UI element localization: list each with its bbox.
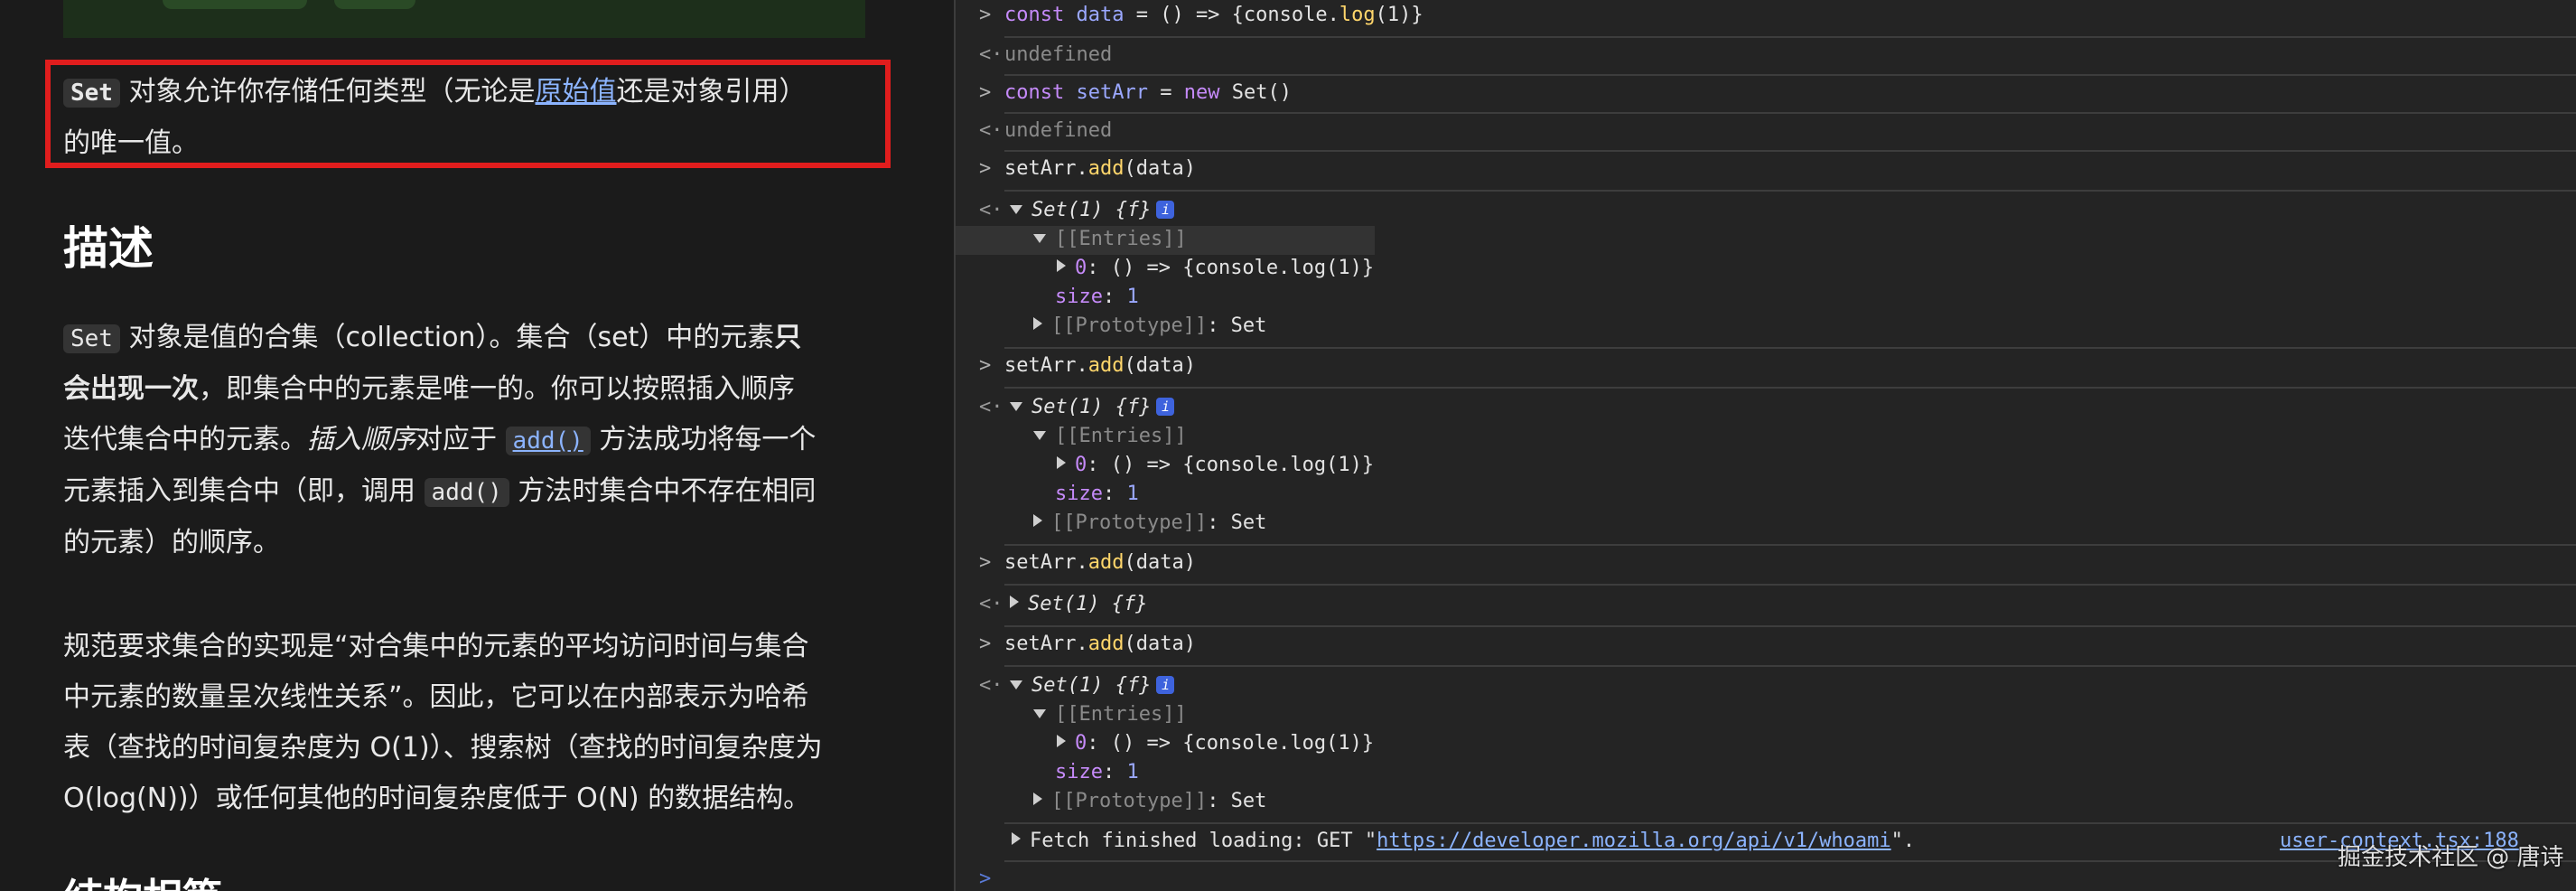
size-property: size: 1 (1055, 761, 1139, 783)
info-icon[interactable]: i (1156, 676, 1175, 694)
prompt-icon: > (979, 633, 992, 655)
expand-down-icon (1033, 431, 1046, 440)
console-input-row: > const data = () => {console.log(1)} (979, 4, 1423, 26)
expand-right-icon (1057, 259, 1066, 272)
prototype-toggle[interactable]: [[Prototype]]: Set (1033, 511, 1266, 534)
intro-paragraph: Set 对象允许你存储任何类型（无论是原始值还是对象引用） 的唯一值。 (63, 76, 807, 159)
size-property: size: 1 (1055, 483, 1139, 505)
info-icon[interactable]: i (1156, 201, 1175, 219)
return-arrow-icon: <· (979, 396, 1003, 418)
row-separator (1004, 36, 2576, 38)
console-prompt-icon[interactable]: > (979, 868, 991, 890)
expand-down-icon (1010, 680, 1022, 689)
info-icon[interactable]: i (1156, 398, 1175, 416)
prototype-toggle[interactable]: [[Prototype]]: Set (1033, 314, 1266, 337)
row-separator (1004, 74, 2576, 76)
row-separator (1004, 190, 2576, 192)
expand-right-icon (1057, 456, 1066, 469)
console-input-row: > setArr.add(data) (979, 157, 1196, 180)
entry-0-toggle[interactable]: 0: () => {console.log(1)} (1057, 454, 1374, 476)
expand-right-icon (1010, 596, 1019, 608)
prompt-icon: > (979, 81, 992, 104)
entries-toggle[interactable]: [[Entries]] (1033, 703, 1187, 726)
console-input-row: > setArr.add(data) (979, 551, 1196, 574)
image-shape (334, 0, 415, 9)
inline-code-set: Set (63, 324, 120, 353)
fetch-url-link[interactable]: https://developer.mozilla.org/api/v1/who… (1377, 830, 1891, 852)
expand-right-icon (1057, 735, 1066, 747)
devtools-console: > const data = () => {console.log(1)} <·… (956, 0, 2576, 891)
console-result-row: <· Set(1) {f} i [[Entries]] 0: () => {con… (956, 671, 2524, 824)
section-heading-description: 描述 (63, 222, 154, 275)
description-paragraph: Set 对象是值的合集（collection）。集合（set）中的元素只 会出现… (63, 322, 817, 558)
set-object-toggle[interactable]: Set(1) {f} i (1010, 674, 1175, 697)
link-primitive-value[interactable]: 原始值 (536, 76, 617, 108)
console-result-row: <· Set(1) {f} (956, 589, 2524, 625)
console-result-row: <· Set(1) {f} i [[Entries]] 0: () => {con… (956, 392, 2524, 546)
return-arrow-icon: <· (979, 674, 1003, 697)
doc-pane: Set 对象允许你存储任何类型（无论是原始值还是对象引用） 的唯一值。 描述 S… (0, 0, 954, 891)
console-result-row: <· Set(1) {f} i [[Entries]] 0: () => {con… (956, 195, 2524, 349)
next-section-heading: 结构相等 (63, 868, 222, 891)
row-separator (1004, 665, 2576, 667)
expand-down-icon (1033, 709, 1046, 718)
prompt-icon: > (979, 157, 992, 180)
entries-toggle[interactable]: [[Entries]] (1033, 425, 1187, 447)
set-object-toggle[interactable]: Set(1) {f} i (1010, 396, 1175, 418)
row-separator (1004, 387, 2576, 389)
expand-down-icon (1033, 234, 1046, 243)
doc-image-bottom-edge (63, 0, 865, 38)
spec-paragraph: 规范要求集合的实现是“对合集中的元素的平均访问时间与集合 中元素的数量呈次线性关… (63, 631, 823, 814)
entry-0-toggle[interactable]: 0: () => {console.log(1)} (1057, 732, 1374, 755)
row-separator (1004, 112, 2576, 114)
entry-0-toggle[interactable]: 0: () => {console.log(1)} (1057, 257, 1374, 279)
entries-toggle[interactable]: [[Entries]] (1033, 228, 1187, 250)
image-shape (163, 0, 307, 9)
expand-right-icon (1033, 793, 1042, 805)
row-separator (1004, 584, 2576, 586)
row-separator (1004, 822, 2576, 824)
row-separator (1004, 150, 2576, 152)
inline-code-add: add() (424, 478, 509, 507)
link-add-method[interactable]: add() (505, 427, 591, 455)
row-separator (1004, 347, 2576, 349)
size-property: size: 1 (1055, 286, 1139, 308)
inline-code-set: Set (63, 79, 120, 108)
set-object-toggle[interactable]: Set(1) {f} (1010, 593, 1147, 615)
prototype-toggle[interactable]: [[Prototype]]: Set (1033, 790, 1266, 812)
row-separator (1004, 544, 2576, 546)
return-arrow-icon: <· (979, 593, 1003, 615)
return-arrow-icon: <· (979, 119, 1003, 142)
row-separator (1004, 625, 2576, 627)
set-object-toggle[interactable]: Set(1) {f} i (1010, 199, 1175, 221)
expand-right-icon (1033, 317, 1042, 330)
console-result-row: <· undefined (979, 43, 1113, 66)
prompt-icon: > (979, 551, 992, 574)
fetch-log-toggle[interactable]: Fetch finished loading: GET "https://dev… (1012, 830, 1915, 852)
console-result-row: <· undefined (979, 119, 1113, 142)
return-arrow-icon: <· (979, 43, 1003, 66)
console-input-row: > setArr.add(data) (979, 354, 1196, 377)
expand-down-icon (1010, 205, 1022, 214)
console-input-row: > const setArr = new Set() (979, 81, 1292, 104)
expand-down-icon (1010, 402, 1022, 411)
expand-right-icon (1012, 832, 1021, 845)
return-arrow-icon: <· (979, 199, 1003, 221)
watermark: 掘金技术社区 @ 唐诗 (2338, 844, 2564, 871)
prompt-icon: > (979, 354, 992, 377)
prompt-icon: > (979, 4, 992, 26)
expand-right-icon (1033, 514, 1042, 527)
console-input-row: > setArr.add(data) (979, 633, 1196, 655)
